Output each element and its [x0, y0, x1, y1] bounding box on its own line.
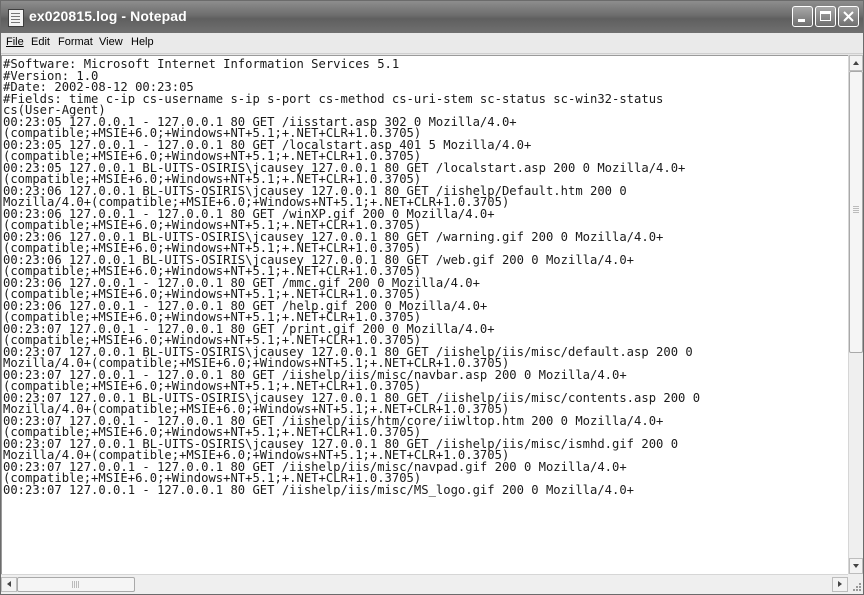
title-bar[interactable]: ex020815.log - Notepad	[1, 1, 863, 33]
chevron-down-icon	[853, 564, 859, 568]
menu-format[interactable]: Format	[58, 36, 93, 48]
scroll-down-button[interactable]	[849, 558, 863, 574]
document-text[interactable]: #Software: Microsoft Internet Informatio…	[3, 58, 700, 497]
vertical-scrollbar[interactable]	[848, 55, 863, 574]
text-editor[interactable]: #Software: Microsoft Internet Informatio…	[1, 55, 848, 574]
resize-grip[interactable]	[848, 574, 863, 594]
menu-edit[interactable]: Edit	[31, 36, 50, 48]
scroll-right-button[interactable]	[832, 577, 848, 592]
notepad-window: ex020815.log - Notepad File Edit Format …	[0, 0, 864, 595]
minimize-button[interactable]	[792, 6, 813, 27]
chevron-right-icon	[838, 581, 842, 587]
window-title: ex020815.log - Notepad	[29, 8, 187, 24]
menu-help-label: Help	[131, 36, 154, 48]
menu-format-label: Format	[58, 36, 93, 48]
maximize-button[interactable]	[815, 6, 836, 27]
horizontal-scroll-thumb[interactable]	[17, 577, 135, 592]
menu-view[interactable]: View	[99, 36, 123, 48]
menu-edit-label: Edit	[31, 36, 50, 48]
menu-file-label: File	[6, 36, 24, 48]
menu-help[interactable]: Help	[131, 36, 154, 48]
log-line: 00:23:07 127.0.0.1 - 127.0.0.1 80 GET /i…	[3, 482, 635, 497]
chevron-up-icon	[853, 61, 859, 65]
scroll-up-button[interactable]	[849, 55, 863, 71]
menu-file[interactable]: File	[6, 36, 24, 48]
menu-view-label: View	[99, 36, 123, 48]
chevron-left-icon	[7, 581, 11, 587]
horizontal-scrollbar[interactable]	[1, 574, 848, 594]
close-button[interactable]	[838, 6, 859, 27]
close-icon	[843, 11, 854, 22]
scroll-left-button[interactable]	[1, 577, 17, 592]
notepad-icon[interactable]	[8, 9, 24, 27]
vertical-scroll-thumb[interactable]	[849, 71, 863, 353]
menu-bar: File Edit Format View Help	[1, 33, 863, 54]
